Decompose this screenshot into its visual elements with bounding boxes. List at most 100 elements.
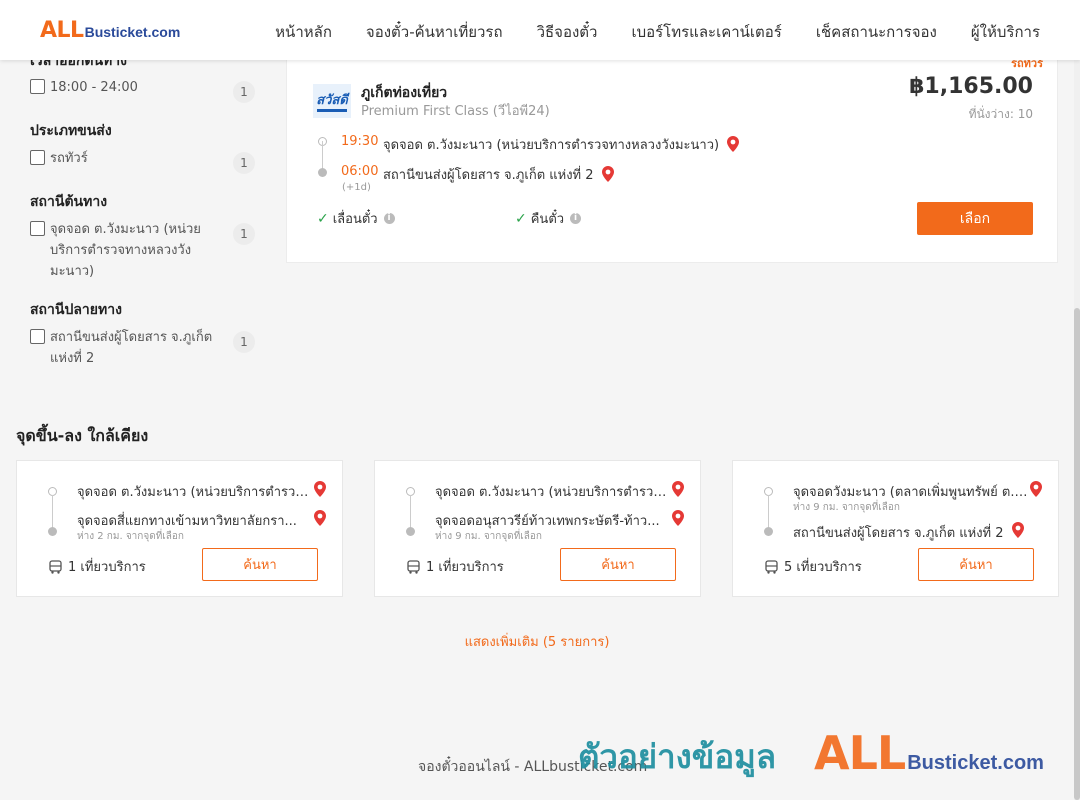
filter-label: 18:00 - 24:00 <box>50 80 138 95</box>
checkbox[interactable] <box>30 329 45 344</box>
watermark-logo-busticket: Busticket.com <box>907 752 1044 774</box>
filter-label: รถทัวร์ <box>50 151 88 166</box>
trip-count-label: 1 เที่ยวบริการ <box>68 560 146 575</box>
check-icon: ✓ <box>317 210 329 227</box>
filter-option-time[interactable]: 18:00 - 24:00 1 <box>30 77 255 103</box>
feature-change-ticket: ✓ เลื่อนตั๋ว i <box>317 208 395 229</box>
filter-panel: เวลาออกต้นทาง 18:00 - 24:00 1 ประเภทขนส่… <box>30 60 260 380</box>
nearby-card: จุดจอด ต.วังมะนาว (หน่วยบริการตำรวจทางหล… <box>16 460 343 597</box>
arrive-place-text: สถานีขนส่งผู้โดยสาร จ.ภูเก็ต แห่งที่ 2 <box>383 168 594 183</box>
nearby-trip-count: 1 เที่ยวบริการ <box>49 556 146 577</box>
feature-label: คืนตั๋ว <box>530 212 565 227</box>
check-icon: ✓ <box>515 210 527 227</box>
select-trip-button[interactable]: เลือก <box>917 202 1033 235</box>
map-pin-icon[interactable] <box>314 510 326 526</box>
route-line <box>322 141 323 171</box>
filter-title-destination: สถานีปลายทาง <box>30 302 122 318</box>
feature-refund-ticket: ✓ คืนตั๋ว i <box>515 208 582 229</box>
route-end-dot <box>318 168 327 177</box>
main-nav: หน้าหลัก จองตั๋ว-ค้นหาเที่ยวรถ วิธีจองตั… <box>275 20 1040 44</box>
route-end-dot <box>406 527 415 536</box>
nearby-distance: ห่าง 2 กม. จากจุดที่เลือก <box>77 531 184 542</box>
watermark-logo-all: ALL <box>814 726 906 780</box>
depart-place: จุดจอด ต.วังมะนาว (หน่วยบริการตำรวจทางหล… <box>383 134 740 155</box>
nearby-from: จุดจอด ต.วังมะนาว (หน่วยบริการตำรวจทางหล… <box>77 485 315 500</box>
nearby-card: จุดจอดวังมะนาว (ตลาดเพิ่มพูนทรัพย์ ต.วัง… <box>732 460 1059 597</box>
filter-label: สถานีขนส่งผู้โดยสาร จ.ภูเก็ต แห่งที่ 2 <box>50 330 213 366</box>
nav-operators[interactable]: ผู้ให้บริการ <box>971 20 1040 44</box>
nearby-from: จุดจอด ต.วังมะนาว (หน่วยบริการตำรวจทางหล… <box>435 485 673 500</box>
watermark-logo: ALL Busticket.com <box>814 726 1044 780</box>
watermark-text: ตัวอย่างข้อมูล <box>578 737 777 776</box>
arrive-place: สถานีขนส่งผู้โดยสาร จ.ภูเก็ต แห่งที่ 2 <box>383 164 614 185</box>
info-icon[interactable]: i <box>383 213 395 224</box>
filter-title-vehicle: ประเภทขนส่ง <box>30 123 112 139</box>
checkbox[interactable] <box>30 221 45 236</box>
filter-title-origin: สถานีต้นทาง <box>30 194 108 210</box>
map-pin-icon[interactable] <box>672 510 684 526</box>
depart-place-text: จุดจอด ต.วังมะนาว (หน่วยบริการตำรวจทางหล… <box>383 138 720 153</box>
nearby-search-button[interactable]: ค้นหา <box>202 548 318 581</box>
filter-option-origin[interactable]: จุดจอด ต.วังมะนาว (หน่วยบริการตำรวจทางหล… <box>30 219 255 282</box>
seats-available: ที่นั่งว่าง: 10 <box>968 107 1033 121</box>
count-badge: 1 <box>233 81 255 103</box>
filter-label: จุดจอด ต.วังมะนาว (หน่วยบริการตำรวจทางหล… <box>50 222 201 279</box>
bus-icon <box>407 559 420 574</box>
map-pin-icon[interactable] <box>601 166 614 182</box>
map-pin-icon[interactable] <box>314 481 326 497</box>
route-end-dot <box>48 527 57 536</box>
site-logo[interactable]: ALL Busticket.com <box>40 18 180 43</box>
count-badge: 1 <box>233 223 255 245</box>
nearby-stops-title: จุดขึ้น-ลง ใกล้เคียง <box>16 426 149 445</box>
filter-option-destination[interactable]: สถานีขนส่งผู้โดยสาร จ.ภูเก็ต แห่งที่ 2 1 <box>30 327 255 369</box>
trip-price: ฿1,165.00 <box>909 74 1033 99</box>
map-pin-icon[interactable] <box>1012 522 1024 538</box>
info-icon[interactable]: i <box>570 213 582 224</box>
feature-label: เลื่อนตั๋ว <box>332 212 378 227</box>
map-pin-icon[interactable] <box>672 481 684 497</box>
map-pin-icon[interactable] <box>727 136 740 152</box>
count-badge: 1 <box>233 152 255 174</box>
filter-option-vehicle[interactable]: รถทัวร์ 1 <box>30 148 255 174</box>
nearby-distance: ห่าง 9 กม. จากจุดที่เลือก <box>793 502 900 513</box>
map-pin-icon[interactable] <box>1030 481 1042 497</box>
nearby-trip-count: 5 เที่ยวบริการ <box>765 556 862 577</box>
site-header: ALL Busticket.com หน้าหลัก จองตั๋ว-ค้นหา… <box>0 0 1080 60</box>
bus-icon <box>765 559 778 574</box>
nearby-distance: ห่าง 9 กม. จากจุดที่เลือก <box>435 531 542 542</box>
logo-busticket: Busticket.com <box>84 24 181 40</box>
route-line <box>52 495 53 529</box>
checkbox[interactable] <box>30 79 45 94</box>
nav-contact-counters[interactable]: เบอร์โทรและเคาน์เตอร์ <box>631 20 781 44</box>
bus-class: Premium First Class (วีไอพี24) <box>361 104 550 119</box>
nav-book-search[interactable]: จองตั๋ว-ค้นหาเที่ยวรถ <box>366 20 503 44</box>
nearby-to: สถานีขนส่งผู้โดยสาร จ.ภูเก็ต แห่งที่ 2 <box>793 526 1004 541</box>
logo-all: ALL <box>40 18 84 43</box>
operator-logo-text: สวัสดี <box>316 92 350 108</box>
next-day-label: (+1d) <box>342 182 371 193</box>
nav-check-booking[interactable]: เช็คสถานะการจอง <box>816 20 937 44</box>
nearby-to: จุดจอดสี่แยกทางเข้ามหาวิทยาลัยกรา... <box>77 514 297 529</box>
filter-title-departure-time: เวลาออกต้นทาง <box>30 60 127 69</box>
nearby-card: จุดจอด ต.วังมะนาว (หน่วยบริการตำรวจทางหล… <box>374 460 701 597</box>
arrive-time: 06:00 <box>341 164 379 179</box>
route-line <box>410 495 411 529</box>
depart-time: 19:30 <box>341 134 379 149</box>
trip-count-label: 1 เที่ยวบริการ <box>426 560 504 575</box>
nearby-to: จุดจอดอนุสาวรีย์ท้าวเทพกระษัตรี-ท้าว... <box>435 514 660 529</box>
nearby-search-button[interactable]: ค้นหา <box>918 548 1034 581</box>
count-badge: 1 <box>233 331 255 353</box>
show-more-link[interactable]: แสดงเพิ่มเติม (5 รายการ) <box>0 631 1074 652</box>
route-end-dot <box>764 527 773 536</box>
nearby-trip-count: 1 เที่ยวบริการ <box>407 556 504 577</box>
operator-logo: สวัสดี <box>313 84 351 118</box>
scrollbar-thumb[interactable] <box>1074 308 1080 800</box>
trip-card: รถทัวร์ สวัสดี ภูเก็ตท่องเที่ยว Premium … <box>286 57 1058 263</box>
nearby-search-button[interactable]: ค้นหา <box>560 548 676 581</box>
checkbox[interactable] <box>30 150 45 165</box>
bus-icon <box>49 559 62 574</box>
nav-home[interactable]: หน้าหลัก <box>275 20 332 44</box>
trip-count-label: 5 เที่ยวบริการ <box>784 560 862 575</box>
nearby-from: จุดจอดวังมะนาว (ตลาดเพิ่มพูนทรัพย์ ต.วัง… <box>793 485 1031 500</box>
nav-how-to-book[interactable]: วิธีจองตั๋ว <box>537 20 598 44</box>
